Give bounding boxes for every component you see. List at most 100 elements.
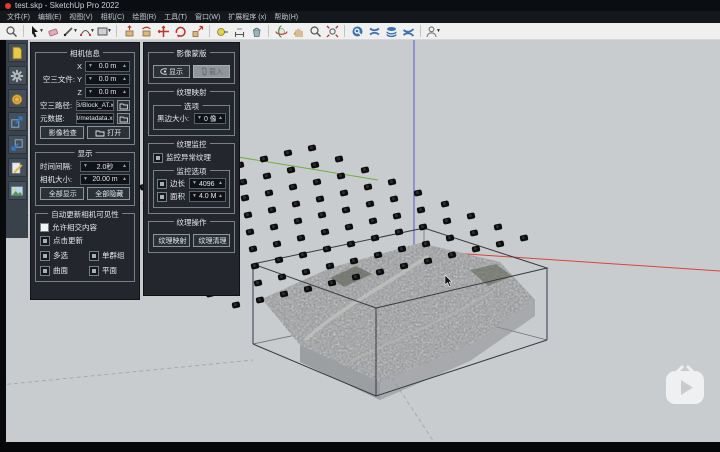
decrement-icon[interactable]: ▼ xyxy=(81,175,90,184)
extension-layers-icon[interactable] xyxy=(383,24,399,39)
y-spinner[interactable]: ▼0.0 m▲ xyxy=(85,74,130,85)
camera-marker xyxy=(360,167,369,175)
play-button-overlay[interactable] xyxy=(662,364,708,408)
push-pull-tool-icon[interactable] xyxy=(121,24,137,39)
extension-mesh-flatten-icon[interactable] xyxy=(366,24,382,39)
single-group-checkbox[interactable] xyxy=(89,251,99,261)
menu-draw[interactable]: 绘图(R) xyxy=(128,12,160,22)
increment-icon[interactable]: ▲ xyxy=(120,175,129,184)
browse-metadata-button[interactable] xyxy=(117,113,130,124)
subgroup-title: 监控选项 xyxy=(174,166,210,177)
group-title: 显示 xyxy=(75,148,96,159)
decrement-icon[interactable]: ▼ xyxy=(190,192,199,201)
viewport[interactable]: 相机信息 X ▼0.0 m▲ 空三文件: Y ▼0.0 m▲ Z ▼0.0 m▲… xyxy=(0,40,720,442)
zoom-tool-icon[interactable] xyxy=(307,24,323,39)
paperclip-icon xyxy=(200,67,207,76)
decrement-icon[interactable]: ▼ xyxy=(81,162,90,171)
increment-icon[interactable]: ▲ xyxy=(120,75,129,84)
camera-marker xyxy=(250,262,259,270)
decrement-icon[interactable]: ▼ xyxy=(190,179,199,188)
increment-icon[interactable]: ▲ xyxy=(216,192,225,201)
decrement-icon[interactable]: ▼ xyxy=(86,88,95,97)
camera-marker xyxy=(277,274,286,282)
interval-spinner[interactable]: ▼2.0秒▲ xyxy=(80,161,130,172)
paint-bucket-tool-icon[interactable] xyxy=(248,24,264,39)
z-spinner[interactable]: ▼0.0 m▲ xyxy=(85,87,130,98)
image-check-button[interactable]: 影像检查 xyxy=(40,126,84,139)
hide-all-button[interactable]: 全部隐藏 xyxy=(87,187,131,200)
x-spinner[interactable]: ▼0.0 m▲ xyxy=(85,61,130,72)
camera-marker xyxy=(248,245,257,253)
show-all-button[interactable]: 全部显示 xyxy=(40,187,84,200)
multi-select-checkbox[interactable] xyxy=(40,251,50,261)
camera-marker xyxy=(346,240,355,248)
image-icon[interactable] xyxy=(8,181,27,200)
texture-clean-button[interactable]: 纹理清理 xyxy=(193,234,230,247)
increment-icon[interactable]: ▲ xyxy=(216,179,225,188)
extension-mesh-wave-icon[interactable] xyxy=(400,24,416,39)
browse-at-path-button[interactable] xyxy=(117,100,130,111)
allow-intersect-checkbox[interactable] xyxy=(40,223,49,232)
plane-checkbox[interactable] xyxy=(89,266,99,276)
camera-marker xyxy=(416,206,425,214)
mask-show-button[interactable]: 显示 xyxy=(153,65,190,78)
edit-document-icon[interactable] xyxy=(8,158,27,177)
tape-measure-tool-icon[interactable] xyxy=(214,24,230,39)
decrement-icon[interactable]: ▼ xyxy=(86,62,95,71)
toolbar-separator xyxy=(209,25,210,37)
decrement-icon[interactable]: ▼ xyxy=(195,114,204,123)
new-file-icon[interactable] xyxy=(8,43,27,62)
export-icon[interactable] xyxy=(8,112,27,131)
select-tool-icon[interactable]: ▼ xyxy=(28,24,44,39)
zoom-window-icon[interactable] xyxy=(3,24,19,39)
scale-tool-icon[interactable] xyxy=(189,24,205,39)
toolbar: ▼ ▼ ▼ ▼ xyxy=(0,23,720,40)
rotate-tool-icon[interactable] xyxy=(172,24,188,39)
edge-length-spinner[interactable]: ▼4096 像素▲ xyxy=(189,178,226,189)
follow-me-tool-icon[interactable] xyxy=(138,24,154,39)
monitor-abnormal-checkbox[interactable] xyxy=(153,153,163,163)
dimension-tool-icon[interactable] xyxy=(231,24,247,39)
increment-icon[interactable]: ▲ xyxy=(120,62,129,71)
at-path-field[interactable]: iGB/Block_AT.xml xyxy=(76,100,114,111)
pan-tool-icon[interactable] xyxy=(290,24,306,39)
camera-size-spinner[interactable]: ▼20.00 m▲ xyxy=(80,174,130,185)
area-spinner[interactable]: ▼4.0 Mpix▲ xyxy=(189,191,226,202)
click-update-checkbox[interactable] xyxy=(40,236,50,246)
open-button[interactable]: 打开 xyxy=(87,126,131,139)
rectangle-tool-icon[interactable]: ▼ xyxy=(96,24,112,39)
group-title: 自动更新相机可见性 xyxy=(48,209,122,220)
menu-window[interactable]: 窗口(W) xyxy=(191,12,224,22)
increment-icon[interactable]: ▲ xyxy=(216,114,225,123)
menu-extensions[interactable]: 扩展程序 (x) xyxy=(224,12,270,22)
menu-help[interactable]: 帮助(H) xyxy=(270,12,302,22)
decrement-icon[interactable]: ▼ xyxy=(86,75,95,84)
increment-icon[interactable]: ▲ xyxy=(120,88,129,97)
account-icon[interactable]: ▼ xyxy=(425,24,441,39)
texture-map-button[interactable]: 纹理映射 xyxy=(153,234,190,247)
eraser-tool-icon[interactable] xyxy=(45,24,61,39)
increment-icon[interactable]: ▲ xyxy=(120,162,129,171)
line-tool-icon[interactable]: ▼ xyxy=(62,24,78,39)
edge-length-checkbox[interactable] xyxy=(157,179,167,189)
settings-gear-icon[interactable] xyxy=(8,66,27,85)
area-checkbox[interactable] xyxy=(157,192,167,202)
surface-checkbox[interactable] xyxy=(40,266,50,276)
extension-camera-sync-icon[interactable] xyxy=(349,24,365,39)
orbit-tool-icon[interactable] xyxy=(273,24,289,39)
allow-intersect-label: 允许相交内容 xyxy=(52,222,97,233)
menu-view[interactable]: 视图(V) xyxy=(65,12,96,22)
menu-file[interactable]: 文件(F) xyxy=(3,12,34,22)
menu-tools[interactable]: 工具(T) xyxy=(160,12,191,22)
zoom-extents-tool-icon[interactable] xyxy=(324,24,340,39)
camera-marker xyxy=(469,229,478,237)
move-tool-icon[interactable] xyxy=(155,24,171,39)
menu-camera[interactable]: 相机(C) xyxy=(97,12,129,22)
metadata-field[interactable]: 2B/metadata.xml xyxy=(76,113,114,124)
arc-tool-icon[interactable]: ▼ xyxy=(79,24,95,39)
menu-edit[interactable]: 编辑(E) xyxy=(34,12,65,22)
black-edge-spinner[interactable]: ▼0 像素▲ xyxy=(194,113,226,124)
group-title: 影像蒙版 xyxy=(174,48,210,59)
coin-icon[interactable] xyxy=(8,89,27,108)
import-icon[interactable] xyxy=(8,135,27,154)
